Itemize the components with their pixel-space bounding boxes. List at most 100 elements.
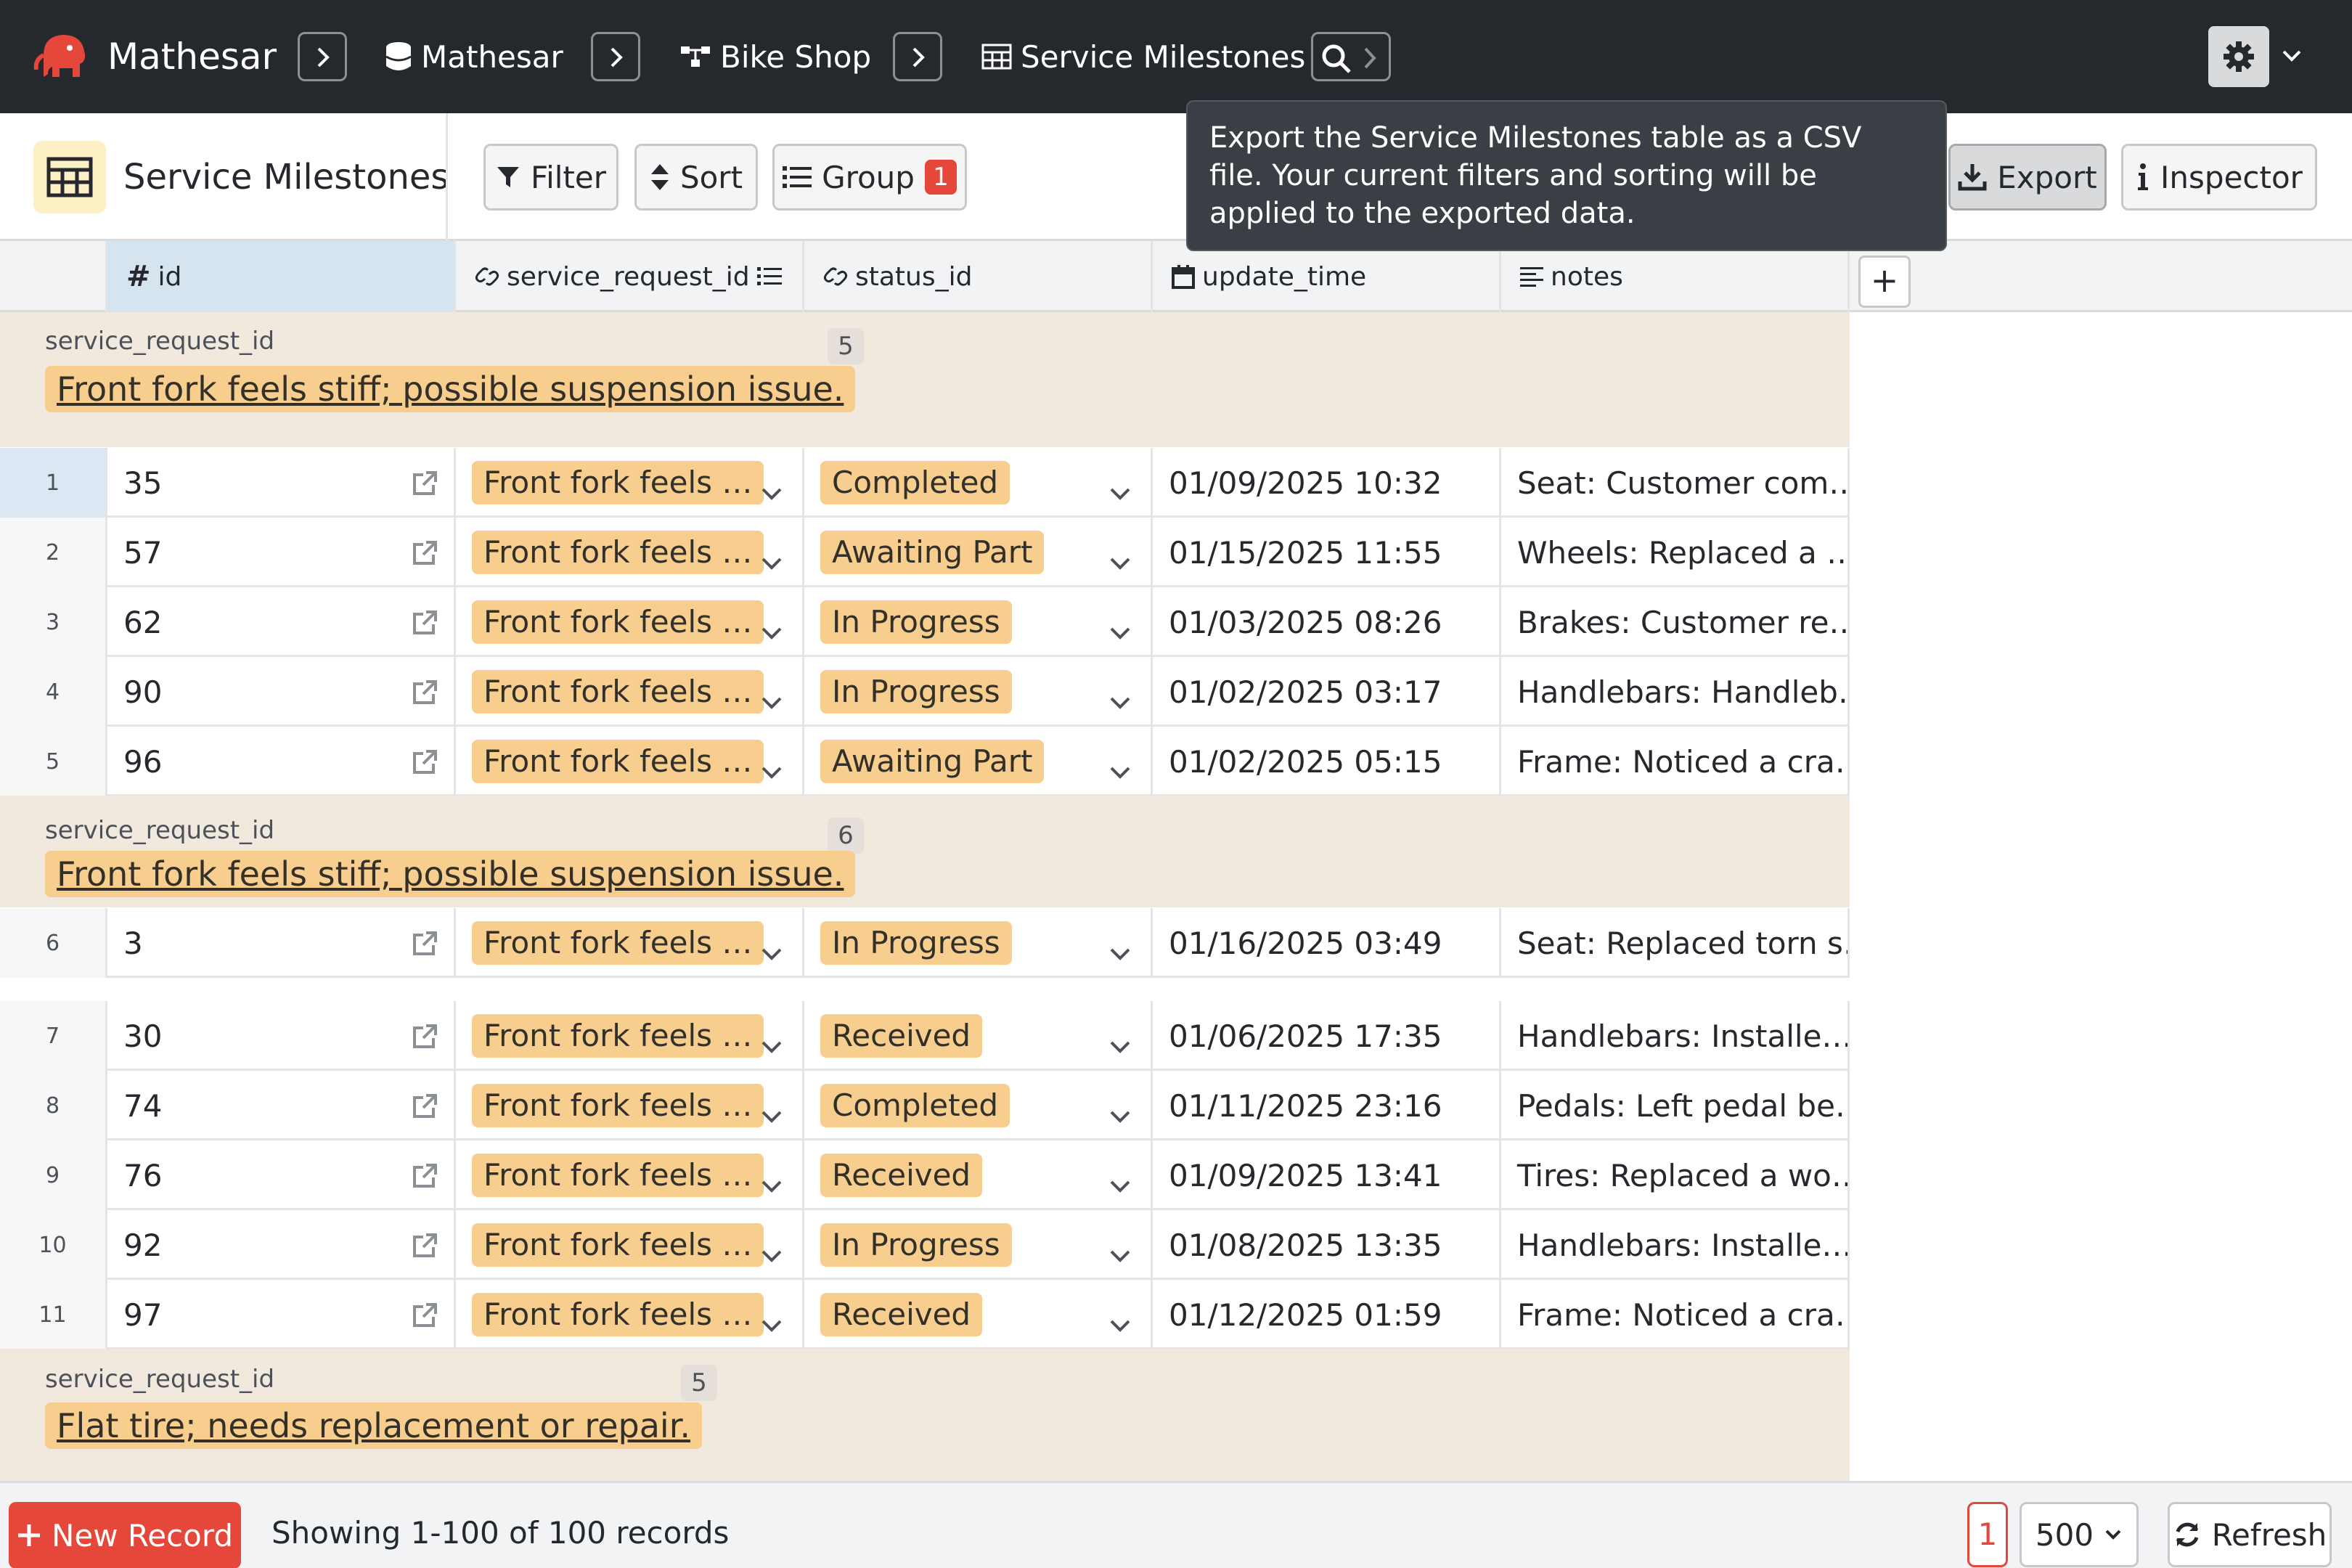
breadcrumb-schema[interactable]: Bike Shop — [679, 32, 871, 81]
group-value-link[interactable]: Flat tire; needs replacement or repair. — [45, 1402, 703, 1449]
cell-id[interactable]: 3 — [107, 908, 456, 978]
cell-id[interactable]: 30 — [107, 1001, 456, 1071]
table-row[interactable]: 10 92 Front fork feels … In Progress 01/08/2… — [0, 1210, 1850, 1280]
table-row[interactable]: 5 96 Front fork feels … Awaiting Part 01/02/… — [0, 727, 1850, 796]
row-number[interactable]: 3 — [0, 587, 107, 657]
cell-update-time[interactable]: 01/15/2025 11:55 — [1153, 518, 1501, 587]
row-number[interactable]: 10 — [0, 1210, 107, 1280]
cell-status-id[interactable]: In Progress — [804, 587, 1153, 657]
open-record-icon[interactable] — [412, 1021, 438, 1057]
cell-notes[interactable]: Handlebars: Installe… — [1501, 1210, 1850, 1280]
status-chip[interactable]: In Progress — [820, 1223, 1012, 1267]
chevron-down-icon[interactable] — [760, 1167, 783, 1202]
column-header-notes[interactable]: notes — [1501, 241, 1850, 312]
column-header-id[interactable]: # id — [107, 241, 456, 312]
cell-id[interactable]: 90 — [107, 657, 456, 727]
row-number[interactable]: 9 — [0, 1140, 107, 1210]
cell-notes[interactable]: Seat: Customer com… — [1501, 448, 1850, 518]
cell-notes[interactable]: Wheels: Replaced a … — [1501, 518, 1850, 587]
cell-status-id[interactable]: Completed — [804, 448, 1153, 518]
cell-notes[interactable]: Frame: Noticed a cra… — [1501, 1280, 1850, 1349]
column-header-status-id[interactable]: status_id — [804, 241, 1153, 312]
group-button[interactable]: Group 1 — [772, 144, 967, 211]
table-row[interactable]: 9 76 Front fork feels … Received 01/09/2025 … — [0, 1140, 1850, 1210]
mathesar-logo-icon[interactable] — [29, 26, 93, 87]
app-name[interactable]: Mathesar — [107, 32, 277, 81]
cell-update-time[interactable]: 01/02/2025 05:15 — [1153, 727, 1501, 796]
open-record-icon[interactable] — [412, 677, 438, 713]
cell-notes[interactable]: Seat: Replaced torn s… — [1501, 908, 1850, 978]
open-record-icon[interactable] — [412, 538, 438, 573]
cell-update-time[interactable]: 01/12/2025 01:59 — [1153, 1280, 1501, 1349]
chevron-down-icon[interactable] — [1108, 1306, 1132, 1342]
chevron-down-icon[interactable] — [760, 1097, 783, 1132]
cell-notes[interactable]: Handlebars: Handleb… — [1501, 657, 1850, 727]
chevron-down-icon[interactable] — [1108, 1167, 1132, 1202]
chevron-down-icon[interactable] — [760, 1306, 783, 1342]
open-record-icon[interactable] — [412, 1230, 438, 1266]
search-button[interactable] — [1311, 32, 1391, 81]
status-chip[interactable]: Awaiting Part — [820, 740, 1045, 783]
cell-status-id[interactable]: In Progress — [804, 1210, 1153, 1280]
row-number[interactable]: 11 — [0, 1280, 107, 1349]
row-number[interactable]: 2 — [0, 518, 107, 587]
column-header-update-time[interactable]: update_time — [1153, 241, 1501, 312]
open-record-icon[interactable] — [412, 1091, 438, 1127]
cell-update-time[interactable]: 01/06/2025 17:35 — [1153, 1001, 1501, 1071]
table-row[interactable]: 4 90 Front fork feels … In Progress 01/02/20… — [0, 657, 1850, 727]
group-value-link[interactable]: Front fork feels stiff; possible suspens… — [45, 851, 856, 897]
status-chip[interactable]: Received — [820, 1014, 983, 1058]
status-chip[interactable]: In Progress — [820, 600, 1012, 644]
linked-record-chip[interactable]: Front fork feels … — [472, 1153, 764, 1197]
cell-id[interactable]: 97 — [107, 1280, 456, 1349]
chevron-down-icon[interactable] — [760, 683, 783, 719]
cell-status-id[interactable]: Received — [804, 1140, 1153, 1210]
cell-service-request-id[interactable]: Front fork feels … — [456, 657, 804, 727]
cell-status-id[interactable]: Awaiting Part — [804, 727, 1153, 796]
linked-record-chip[interactable]: Front fork feels … — [472, 1014, 764, 1058]
chevron-down-icon[interactable] — [1108, 474, 1132, 510]
linked-record-chip[interactable]: Front fork feels … — [472, 1084, 764, 1127]
refresh-button[interactable]: Refresh — [2168, 1502, 2332, 1567]
breadcrumb-database[interactable]: Mathesar — [385, 32, 563, 81]
cell-id[interactable]: 35 — [107, 448, 456, 518]
open-record-icon[interactable] — [412, 1300, 438, 1336]
cell-status-id[interactable]: Completed — [804, 1071, 1153, 1140]
cell-id[interactable]: 74 — [107, 1071, 456, 1140]
row-number[interactable]: 4 — [0, 657, 107, 727]
chevron-down-icon[interactable] — [760, 1236, 783, 1272]
chevron-down-icon[interactable] — [760, 544, 783, 579]
status-chip[interactable]: Awaiting Part — [820, 531, 1045, 574]
inspector-button[interactable]: Inspector — [2121, 144, 2317, 211]
cell-notes[interactable]: Handlebars: Installe… — [1501, 1001, 1850, 1071]
cell-id[interactable]: 96 — [107, 727, 456, 796]
status-chip[interactable]: Received — [820, 1293, 983, 1336]
cell-update-time[interactable]: 01/09/2025 10:32 — [1153, 448, 1501, 518]
status-chip[interactable]: In Progress — [820, 670, 1012, 714]
cell-notes[interactable]: Frame: Noticed a cra… — [1501, 727, 1850, 796]
cell-id[interactable]: 92 — [107, 1210, 456, 1280]
row-number[interactable]: 1 — [0, 448, 107, 518]
chevron-down-icon[interactable] — [1108, 544, 1132, 579]
linked-record-chip[interactable]: Front fork feels … — [472, 670, 764, 714]
linked-record-chip[interactable]: Front fork feels … — [472, 921, 764, 965]
cell-status-id[interactable]: Received — [804, 1280, 1153, 1349]
table-row[interactable]: 1 35 Front fork feels … Completed 01/09/2025… — [0, 448, 1850, 518]
page-number-button[interactable]: 1 — [1967, 1502, 2008, 1567]
cell-id[interactable]: 76 — [107, 1140, 456, 1210]
chevron-down-icon[interactable] — [1108, 934, 1132, 970]
cell-notes[interactable]: Tires: Replaced a wo… — [1501, 1140, 1850, 1210]
page-size-select[interactable]: 500 — [2020, 1502, 2139, 1567]
breadcrumb-chevron-icon[interactable] — [298, 32, 347, 81]
breadcrumb-table[interactable]: Service Milestones — [981, 32, 1305, 81]
cell-update-time[interactable]: 01/16/2025 03:49 — [1153, 908, 1501, 978]
table-row[interactable]: 7 30 Front fork feels … Received 01/06/2025 … — [0, 1001, 1850, 1071]
cell-service-request-id[interactable]: Front fork feels … — [456, 727, 804, 796]
chevron-down-icon[interactable] — [1108, 753, 1132, 788]
chevron-down-icon[interactable] — [1108, 1027, 1132, 1063]
chevron-down-icon[interactable] — [760, 613, 783, 649]
chevron-down-icon[interactable] — [1108, 613, 1132, 649]
cell-service-request-id[interactable]: Front fork feels … — [456, 1071, 804, 1140]
column-header-service-request-id[interactable]: service_request_id — [456, 241, 804, 312]
status-chip[interactable]: Received — [820, 1153, 983, 1197]
